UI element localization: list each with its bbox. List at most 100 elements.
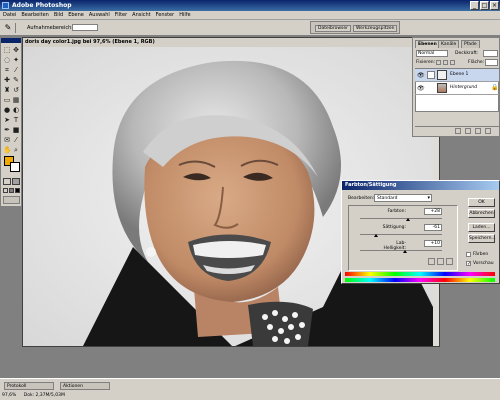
close-button[interactable]: ×: [490, 1, 499, 10]
screen-mode-full-menu-icon[interactable]: [9, 188, 14, 193]
saturation-input[interactable]: -61: [424, 224, 442, 231]
fill-input[interactable]: [485, 59, 498, 66]
edit-select[interactable]: Standard ▾: [374, 194, 432, 202]
lock-position-icon[interactable]: [450, 60, 455, 65]
layer-name[interactable]: Ebene 1: [450, 72, 468, 77]
eyedropper-icon[interactable]: [428, 258, 435, 265]
eye-icon[interactable]: 👁: [417, 72, 425, 79]
cancel-button[interactable]: Abbrechen: [468, 209, 495, 218]
chevron-down-icon: ▾: [427, 195, 430, 201]
document-size: Dok: 2,37M/5,03M: [23, 393, 65, 398]
minimized-actions-palette[interactable]: Aktionen: [60, 382, 110, 390]
preview-checkbox[interactable]: ✓: [466, 261, 471, 267]
menu-edit[interactable]: Bearbeiten: [21, 11, 48, 20]
minimize-button[interactable]: _: [470, 1, 479, 10]
eyedropper-icon[interactable]: ⁄: [12, 136, 20, 144]
blur-tool-icon[interactable]: ●: [3, 106, 11, 114]
window-title: Adobe Photoshop: [12, 2, 72, 9]
lock-transparency-icon[interactable]: [436, 60, 441, 65]
saturation-slider-thumb[interactable]: [374, 234, 379, 237]
healing-brush-tool-icon[interactable]: ✚: [3, 76, 11, 84]
adjustment-layer-icon[interactable]: [465, 128, 471, 134]
new-set-icon[interactable]: [455, 128, 461, 134]
layer-row[interactable]: 👁 Ebene 1: [415, 69, 499, 82]
tab-layers[interactable]: Ebenen: [415, 40, 440, 48]
save-button[interactable]: Speichern...: [468, 234, 496, 243]
options-bar: ✎ Aufnahmebereich: Dateibrowser Werkzeug…: [0, 20, 500, 36]
menu-layer[interactable]: Ebene: [68, 11, 84, 20]
brush-tool-icon[interactable]: ✎: [12, 76, 20, 84]
tab-paths[interactable]: Pfade: [461, 40, 480, 48]
shape-tool-icon[interactable]: ■: [12, 126, 20, 134]
eraser-tool-icon[interactable]: ▭: [3, 96, 11, 104]
marquee-tool-icon[interactable]: ⬚: [3, 46, 11, 54]
zoom-level[interactable]: 97,6%: [2, 393, 16, 398]
opacity-input[interactable]: [483, 50, 498, 57]
dodge-tool-icon[interactable]: ◐: [12, 106, 20, 114]
hue-slider-thumb[interactable]: [405, 218, 410, 221]
history-brush-tool-icon[interactable]: ↺: [12, 86, 20, 94]
lightness-slider-track[interactable]: [360, 250, 442, 251]
menu-window[interactable]: Fenster: [156, 11, 175, 20]
menu-view[interactable]: Ansicht: [132, 11, 150, 20]
stamp-tool-icon[interactable]: ♜: [3, 86, 11, 94]
screen-mode-standard-icon[interactable]: [3, 188, 8, 193]
preview-label: Vorschau: [473, 261, 494, 266]
eyedropper-plus-icon[interactable]: [437, 258, 444, 265]
minimized-history-palette[interactable]: Protokoll: [4, 382, 54, 390]
imageready-jump-icon[interactable]: [3, 196, 20, 204]
tab-brushes[interactable]: Werkzeugspitzen: [353, 25, 398, 32]
lasso-tool-icon[interactable]: ◌: [3, 56, 11, 64]
magic-wand-tool-icon[interactable]: ✦: [12, 56, 20, 64]
eye-icon[interactable]: 👁: [417, 85, 425, 92]
lock-pixels-icon[interactable]: [443, 60, 448, 65]
standard-mode-icon[interactable]: [3, 178, 11, 185]
layer-thumbnail: [437, 70, 447, 80]
minimized-label: Protokoll: [7, 384, 27, 389]
eyedropper-minus-icon[interactable]: [446, 258, 453, 265]
menu-bar: Datei Bearbeiten Bild Ebene Auswahl Filter Ans…: [0, 11, 500, 20]
ok-button[interactable]: OK: [468, 198, 495, 207]
menu-filter[interactable]: Filter: [115, 11, 127, 20]
lightness-slider-thumb[interactable]: [403, 250, 408, 253]
sample-size-select[interactable]: [72, 24, 98, 31]
lightness-input[interactable]: +10: [424, 240, 442, 247]
dialog-title[interactable]: Farbton/Sättigung: [342, 181, 499, 190]
gradient-tool-icon[interactable]: ▦: [12, 96, 20, 104]
path-selection-tool-icon[interactable]: ➤: [3, 116, 11, 124]
menu-image[interactable]: Bild: [54, 11, 63, 20]
screen-mode-full-icon[interactable]: [15, 188, 20, 193]
load-button[interactable]: Laden...: [468, 223, 495, 232]
move-tool-icon[interactable]: ✥: [12, 46, 20, 54]
toolbox-titlebar[interactable]: [1, 38, 21, 43]
eyedropper-tool-icon[interactable]: ✎: [3, 23, 13, 33]
menu-file[interactable]: Datei: [3, 11, 16, 20]
crop-tool-icon[interactable]: ⌗: [3, 66, 11, 74]
saturation-slider-track[interactable]: [360, 234, 442, 235]
slice-tool-icon[interactable]: ⁄: [12, 66, 20, 74]
toolbox: ⬚ ✥ ◌ ✦ ⌗ ⁄ ✚ ✎ ♜ ↺ ▭ ▦ ● ◐ ➤ T ✒ ■ ✉ ⁄ …: [0, 37, 22, 207]
menu-select[interactable]: Auswahl: [89, 11, 110, 20]
zoom-tool-icon[interactable]: ⌕: [12, 146, 20, 154]
colorize-checkbox[interactable]: [466, 252, 471, 257]
quickmask-mode-icon[interactable]: [12, 178, 20, 185]
blend-mode-select[interactable]: Normal: [416, 50, 448, 57]
layer-name[interactable]: Hintergrund: [450, 85, 477, 90]
trash-icon[interactable]: [485, 128, 491, 134]
pen-tool-icon[interactable]: ✒: [3, 126, 11, 134]
tab-channels[interactable]: Kanäle: [438, 40, 460, 48]
maximize-button[interactable]: □: [480, 1, 489, 10]
palette-well: Dateibrowser Werkzeugspitzen: [310, 21, 400, 34]
notes-tool-icon[interactable]: ✉: [3, 136, 11, 144]
new-layer-icon[interactable]: [475, 128, 481, 134]
menu-help[interactable]: Hilfe: [179, 11, 190, 20]
layer-row[interactable]: 👁 Hintergrund 🔒: [415, 82, 499, 95]
hue-input[interactable]: +28: [424, 208, 442, 215]
background-color-swatch[interactable]: [10, 162, 20, 172]
hue-slider-track[interactable]: [360, 218, 442, 219]
type-tool-icon[interactable]: T: [12, 116, 20, 124]
layers-footer: [415, 126, 499, 135]
tab-file-browser[interactable]: Dateibrowser: [315, 25, 352, 32]
lock-icon: 🔒: [491, 84, 499, 91]
hand-tool-icon[interactable]: ✋: [3, 146, 12, 154]
